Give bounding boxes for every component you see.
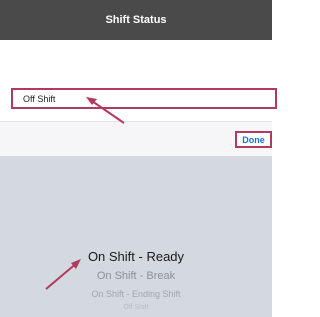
done-label: Done	[242, 134, 265, 145]
shift-status-value: Off Shift	[23, 93, 56, 104]
page-title: Shift Status	[105, 14, 167, 26]
status-picker-wheel[interactable]: On Shift - Ready On Shift - Break On Shi…	[0, 157, 272, 317]
picker-toolbar	[0, 121, 272, 157]
picker-option-selected[interactable]: On Shift - Ready	[0, 249, 272, 264]
picker-option[interactable]: Off Shift	[0, 304, 272, 311]
picker-option[interactable]: On Shift - Break	[0, 270, 272, 282]
done-button[interactable]: Done	[235, 131, 272, 148]
title-bar: Shift Status	[0, 0, 272, 40]
shift-status-field[interactable]: Off Shift	[11, 88, 277, 109]
picker-option[interactable]: On Shift - Ending Shift	[0, 289, 272, 299]
